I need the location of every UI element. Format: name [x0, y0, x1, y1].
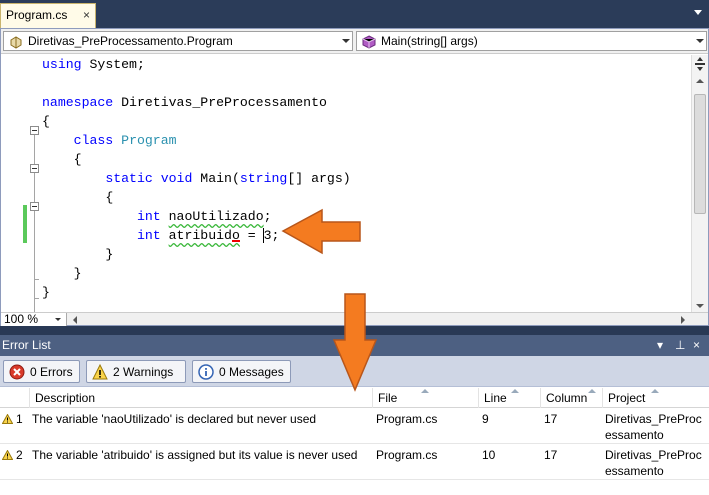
zoom-value: 100 % [4, 312, 39, 326]
code-line-4: { [42, 114, 50, 129]
row-number: 1 [16, 412, 23, 426]
error-list-toolbar: 0 Errors 2 Warnings 0 Messages [0, 356, 709, 387]
messages-filter-label: 0 Messages [219, 365, 284, 379]
sort-icon [421, 389, 429, 393]
tab-close-icon[interactable]: × [83, 8, 90, 22]
member-combo-value: Main(string[] args) [381, 34, 478, 48]
code-line-5: class Program [73, 133, 177, 148]
errors-filter-button[interactable]: 0 Errors [3, 360, 80, 383]
code-text: using System; namespace Diretivas_PrePro… [42, 55, 351, 300]
zoom-combo[interactable]: 100 % [1, 313, 67, 326]
method-icon [362, 35, 376, 49]
header-project[interactable]: Project [603, 388, 709, 408]
text-caret [263, 228, 264, 243]
header-column[interactable]: Column [541, 388, 603, 408]
outline-end [34, 279, 39, 280]
warning-squiggle: naoUtilizado [168, 209, 264, 224]
outline-line [34, 135, 35, 312]
row-column: 17 [544, 412, 558, 426]
collapse-class-icon[interactable] [30, 164, 39, 173]
header-description[interactable]: Description [30, 388, 373, 408]
header-line[interactable]: Line [479, 388, 541, 408]
row-project: Diretivas_PreProcessamento [605, 412, 702, 442]
code-line-10: int atribuido = 3; [136, 228, 280, 243]
warning-squiggle: atribuido [168, 228, 240, 243]
code-view[interactable]: using System; namespace Diretivas_PrePro… [1, 55, 691, 312]
scroll-up-icon[interactable] [696, 79, 704, 83]
info-icon [198, 364, 214, 380]
scroll-down-icon[interactable] [696, 304, 704, 308]
error-list-grid: Description File Line Column Project 1 T… [0, 388, 709, 495]
warnings-filter-label: 2 Warnings [113, 365, 174, 379]
code-line-11: } [105, 247, 114, 262]
pin-icon[interactable]: ⊥ [675, 338, 685, 352]
error-list-title-bar: Error List ▾ ⊥ × [0, 335, 709, 356]
warning-icon [2, 450, 13, 460]
row-line: 9 [482, 412, 489, 426]
code-line-6: { [73, 152, 82, 167]
code-line-13: } [42, 285, 50, 300]
vertical-scrollbar[interactable] [691, 55, 708, 312]
error-squiggle [232, 239, 240, 242]
row-project: Diretivas_PreProcessamento [605, 448, 702, 478]
warning-icon [2, 414, 13, 424]
error-icon [9, 364, 25, 380]
code-line-12: } [73, 266, 82, 281]
warning-icon [92, 364, 108, 380]
warnings-filter-button[interactable]: 2 Warnings [86, 360, 186, 383]
code-editor: Diretivas_PreProcessamento.Program Main(… [0, 28, 709, 326]
row-column: 17 [544, 448, 558, 462]
panel-menu-icon[interactable]: ▾ [657, 338, 663, 352]
panel-splitter[interactable] [0, 326, 709, 335]
row-file: Program.cs [376, 412, 438, 426]
panel-title: Error List [2, 338, 51, 352]
header-file[interactable]: File [373, 388, 479, 408]
messages-filter-button[interactable]: 0 Messages [192, 360, 291, 383]
code-line-3: namespace Diretivas_PreProcessamento [42, 95, 327, 110]
close-icon[interactable]: × [693, 338, 700, 352]
tab-program-cs[interactable]: Program.cs × [0, 3, 96, 28]
row-file: Program.cs [376, 448, 438, 462]
chevron-down-icon [55, 318, 61, 321]
row-description: The variable 'naoUtilizado' is declared … [32, 412, 317, 426]
navigation-bar: Diretivas_PreProcessamento.Program Main(… [1, 29, 708, 54]
sort-icon [651, 389, 659, 393]
collapse-method-icon[interactable] [30, 202, 39, 211]
editor-split-icon[interactable] [695, 57, 705, 71]
scroll-left-icon[interactable] [73, 316, 77, 324]
code-line-7: static void Main(string[] args) [105, 171, 351, 186]
class-icon [10, 36, 22, 49]
sort-icon [588, 389, 596, 393]
collapse-namespace-icon[interactable] [30, 126, 39, 135]
change-tracking-mark [23, 205, 27, 243]
tab-list-dropdown-icon[interactable] [693, 7, 703, 17]
table-row[interactable]: 1 The variable 'naoUtilizado' is declare… [0, 409, 709, 444]
row-number: 2 [16, 448, 23, 462]
outline-margin [1, 55, 41, 312]
errors-filter-label: 0 Errors [30, 365, 73, 379]
grid-header: Description File Line Column Project [0, 388, 709, 408]
scroll-right-icon[interactable] [681, 316, 685, 324]
chevron-down-icon [342, 39, 350, 43]
horizontal-scrollbar[interactable]: 100 % [1, 312, 708, 326]
document-tab-strip: Program.cs × [0, 0, 709, 28]
code-line-9: int naoUtilizado; [136, 209, 272, 224]
sort-icon [511, 389, 519, 393]
tab-title: Program.cs [6, 8, 68, 22]
row-description: The variable 'atribuido' is assigned but… [32, 448, 358, 462]
header-icon-column[interactable] [0, 388, 30, 408]
error-list-panel: Error List ▾ ⊥ × 0 Errors 2 Warnings 0 M… [0, 335, 709, 495]
type-combo[interactable]: Diretivas_PreProcessamento.Program [3, 31, 353, 51]
chevron-down-icon [696, 39, 704, 43]
outline-end [34, 298, 39, 299]
table-row[interactable]: 2 The variable 'atribuido' is assigned b… [0, 445, 709, 480]
code-line-1: using System; [42, 57, 145, 72]
scrollbar-thumb[interactable] [694, 94, 706, 214]
type-combo-value: Diretivas_PreProcessamento.Program [28, 34, 233, 48]
row-line: 10 [482, 448, 496, 462]
member-combo[interactable]: Main(string[] args) [356, 31, 707, 51]
code-line-8: { [105, 190, 114, 205]
